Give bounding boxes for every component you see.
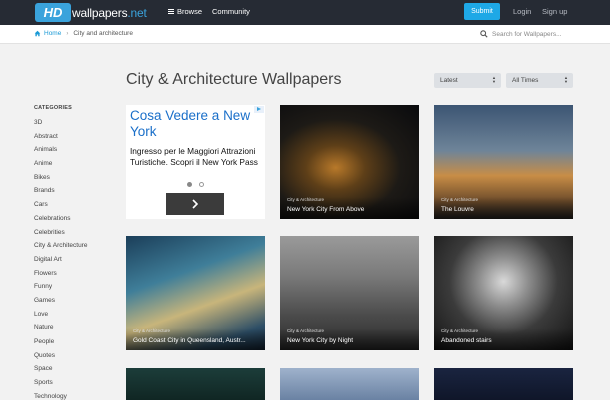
wallpaper-card[interactable] xyxy=(126,368,265,400)
card-category: City & Architecture xyxy=(441,197,479,202)
nav-community[interactable]: Community xyxy=(212,7,250,16)
category-item-nature[interactable]: Nature xyxy=(34,323,87,337)
home-icon xyxy=(34,30,41,37)
category-item-love[interactable]: Love xyxy=(34,310,87,324)
login-link[interactable]: Login xyxy=(513,7,531,16)
category-item-anime[interactable]: Anime xyxy=(34,159,87,173)
breadcrumb-separator-icon: › xyxy=(66,30,69,37)
category-item-bikes[interactable]: Bikes xyxy=(34,173,87,187)
card-title: New York City From Above xyxy=(287,206,365,213)
carousel-dot-active[interactable] xyxy=(187,182,192,187)
logo-text-main: wallpapers xyxy=(72,5,128,20)
category-item-funny[interactable]: Funny xyxy=(34,282,87,296)
top-navbar: HD wallpapers.net Browse Community Submi… xyxy=(0,0,610,25)
wallpaper-card[interactable] xyxy=(280,368,419,400)
signup-link[interactable]: Sign up xyxy=(542,7,567,16)
ad-next-button[interactable] xyxy=(166,193,224,215)
breadcrumb-current: City and architecture xyxy=(73,30,133,37)
select-arrows-icon: ▲ ▼ xyxy=(492,75,496,84)
card-title: Gold Coast City in Queensland, Austr... xyxy=(133,337,246,344)
site-logo[interactable]: HD wallpapers.net xyxy=(35,3,147,22)
wallpaper-card[interactable]: City & Architecture New York City by Nig… xyxy=(280,236,419,350)
logo-text-suffix: .net xyxy=(127,5,147,20)
category-list: 3D Abstract Animals Anime Bikes Brands C… xyxy=(34,118,87,400)
category-item-celebrations[interactable]: Celebrations xyxy=(34,214,87,228)
card-category: City & Architecture xyxy=(133,328,171,333)
breadcrumb-home[interactable]: Home xyxy=(44,30,61,37)
category-item-3d[interactable]: 3D xyxy=(34,118,87,132)
category-item-people[interactable]: People xyxy=(34,337,87,351)
search-box xyxy=(480,30,592,38)
category-item-abstract[interactable]: Abstract xyxy=(34,132,87,146)
category-item-brands[interactable]: Brands xyxy=(34,186,87,200)
menu-icon xyxy=(168,8,174,15)
logo-mark: HD xyxy=(35,3,71,22)
wallpaper-card[interactable]: City & Architecture The Louvre xyxy=(434,105,573,219)
category-item-sports[interactable]: Sports xyxy=(34,378,87,392)
breadcrumb: Home › City and architecture xyxy=(34,30,133,37)
category-item-quotes[interactable]: Quotes xyxy=(34,351,87,365)
wallpaper-card[interactable] xyxy=(434,368,573,400)
nav-browse[interactable]: Browse xyxy=(168,7,202,16)
card-category: City & Architecture xyxy=(287,197,325,202)
ad-body: Ingresso per le Maggiori Attrazioni Turi… xyxy=(130,146,258,167)
category-item-animals[interactable]: Animals xyxy=(34,145,87,159)
category-item-space[interactable]: Space xyxy=(34,364,87,378)
categories-heading: CATEGORIES xyxy=(34,105,72,111)
carousel-dot[interactable] xyxy=(199,182,204,187)
time-select[interactable]: All Times ▲ ▼ xyxy=(506,73,573,88)
category-item-celebrities[interactable]: Celebrities xyxy=(34,228,87,242)
category-item-technology[interactable]: Technology xyxy=(34,392,87,400)
breadcrumb-bar: Home › City and architecture xyxy=(0,25,610,44)
wallpaper-card[interactable]: City & Architecture Gold Coast City in Q… xyxy=(126,236,265,350)
category-item-flowers[interactable]: Flowers xyxy=(34,269,87,283)
select-arrows-icon: ▲ ▼ xyxy=(564,75,568,84)
search-input[interactable] xyxy=(492,30,592,38)
time-select-value: All Times xyxy=(512,77,539,84)
sort-select[interactable]: Latest ▲ ▼ xyxy=(434,73,501,88)
logo-text: wallpapers.net xyxy=(72,6,147,20)
card-category: City & Architecture xyxy=(441,328,479,333)
category-item-digital-art[interactable]: Digital Art xyxy=(34,255,87,269)
ad-banner[interactable]: Cosa Vedere a New York Ingresso per le M… xyxy=(126,105,265,219)
card-category: City & Architecture xyxy=(287,328,325,333)
ad-headline[interactable]: Cosa Vedere a New York xyxy=(130,108,262,140)
submit-button[interactable]: Submit xyxy=(464,3,500,20)
category-item-city-architecture[interactable]: City & Architecture xyxy=(34,241,87,255)
nav-browse-label: Browse xyxy=(177,7,203,16)
card-title: New York City by Night xyxy=(287,337,354,344)
chevron-right-icon xyxy=(192,199,199,209)
wallpaper-card[interactable]: City & Architecture Abandoned stairs xyxy=(434,236,573,350)
page-title: City & Architecture Wallpapers xyxy=(126,71,342,88)
card-title: The Louvre xyxy=(441,206,474,213)
category-item-games[interactable]: Games xyxy=(34,296,87,310)
category-item-cars[interactable]: Cars xyxy=(34,200,87,214)
sort-select-value: Latest xyxy=(440,77,458,84)
card-title: Abandoned stairs xyxy=(441,337,492,344)
search-icon[interactable] xyxy=(480,30,488,38)
wallpaper-card[interactable]: City & Architecture New York City From A… xyxy=(280,105,419,219)
